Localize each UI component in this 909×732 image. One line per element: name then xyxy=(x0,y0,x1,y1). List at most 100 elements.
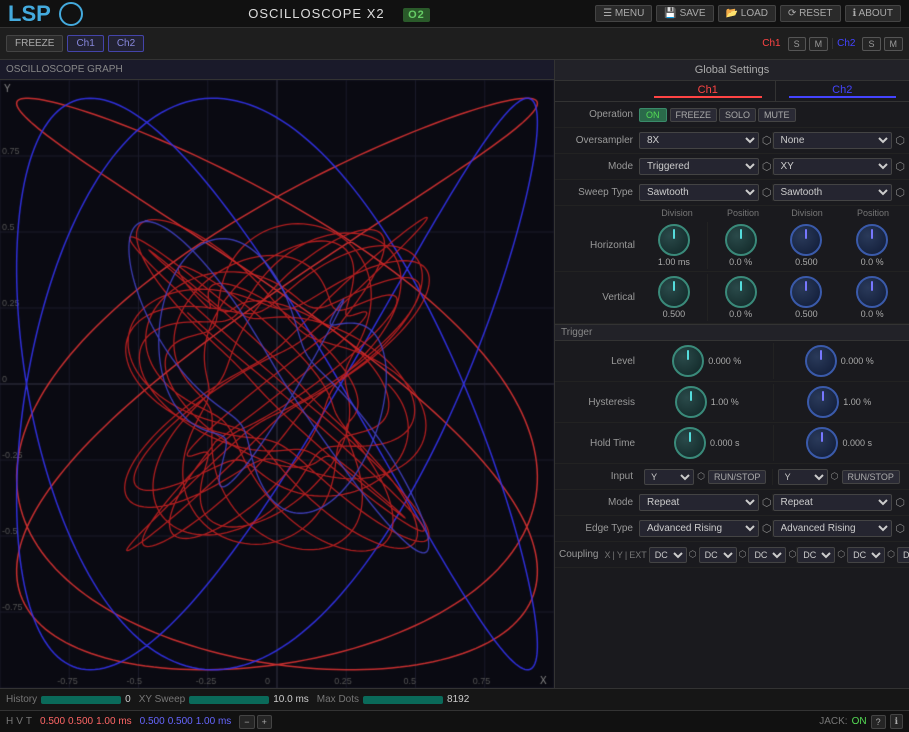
h-label: H xyxy=(6,716,13,727)
max-dots-progress xyxy=(363,696,443,704)
hold-ch1-knob[interactable] xyxy=(674,427,706,459)
mode2-ch1-select[interactable]: Repeat xyxy=(639,494,759,511)
ch1-button[interactable]: Ch1 xyxy=(67,35,103,52)
operation-row: Operation ON FREEZE SOLO MUTE xyxy=(555,102,909,128)
level-row: Level 0.000 % 0.000 % xyxy=(555,341,909,382)
v-ch1-pos-knob-group: 0.0 % xyxy=(725,276,757,319)
menu-button[interactable]: ☰ MENU xyxy=(595,5,652,22)
hold-ch2-knob[interactable] xyxy=(806,427,838,459)
logo-area: LSP xyxy=(8,2,83,26)
oversampler-ch2-select[interactable]: None xyxy=(773,132,893,149)
oversampler-ch1: 8X ⬡ xyxy=(639,132,773,149)
bottom-bar: History 0 XY Sweep 10.0 ms Max Dots 8192 xyxy=(0,688,909,710)
coupling-x-label: X xyxy=(604,550,610,560)
ch1-v-val: 0.500 xyxy=(68,716,93,727)
max-dots-value: 8192 xyxy=(447,694,469,705)
coupling-ch1-y[interactable]: DC xyxy=(699,547,737,563)
ch1-s-button[interactable]: S xyxy=(788,37,806,51)
freeze-btn[interactable]: FREEZE xyxy=(670,108,718,122)
horizontal-row: Horizontal 1.00 ms 0.0 % xyxy=(555,220,909,272)
osc-header: OSCILLOSCOPE GRAPH xyxy=(0,60,554,80)
footer-ch2-vals: 0.500 0.500 1.00 ms xyxy=(140,716,232,727)
v-ch2-pos-knob[interactable] xyxy=(856,276,888,308)
history-progress xyxy=(41,696,121,704)
save-button[interactable]: 💾 SAVE xyxy=(656,5,713,22)
input-label: Input xyxy=(559,471,639,482)
about-button[interactable]: ℹ ABOUT xyxy=(845,5,901,22)
ch1-label: Ch1 xyxy=(758,38,784,49)
operation-toggle[interactable]: ON xyxy=(639,108,667,122)
ch2-s-button[interactable]: S xyxy=(862,37,880,51)
v-ch1-div-knob[interactable] xyxy=(658,276,690,308)
jack-info[interactable]: ℹ xyxy=(890,714,903,729)
oscilloscope-panel: OSCILLOSCOPE GRAPH xyxy=(0,60,555,688)
v-ch2-div-knob[interactable] xyxy=(790,276,822,308)
h-ch1-div-knob[interactable] xyxy=(658,224,690,256)
mode-ch2-select[interactable]: XY xyxy=(773,158,893,175)
reset-button[interactable]: ⟳ RESET xyxy=(780,5,841,22)
v-ch1-pos-knob[interactable] xyxy=(725,276,757,308)
global-settings-header: Global Settings xyxy=(555,60,909,81)
v-ch1-div: 0.500 xyxy=(641,274,708,321)
hysteresis-row: Hysteresis 1.00 % 1.00 % xyxy=(555,382,909,423)
max-dots-label: Max Dots xyxy=(317,694,359,705)
level-ch1-knob[interactable] xyxy=(672,345,704,377)
coupling-ch1-ext[interactable]: DC xyxy=(748,547,786,563)
sweep-ch1: Sawtooth ⬡ xyxy=(639,184,773,201)
sweep-ch1-select[interactable]: Sawtooth xyxy=(639,184,759,201)
coupling-ch1-x[interactable]: DC xyxy=(649,547,687,563)
level-label: Level xyxy=(559,356,641,367)
ch2-button[interactable]: Ch2 xyxy=(108,35,144,52)
h-ch1-div-knob-group: 1.00 ms xyxy=(658,224,690,267)
oversampler-ch1-select[interactable]: 8X xyxy=(639,132,759,149)
jack-help[interactable]: ? xyxy=(871,715,886,729)
hold-ch1: 0.000 s xyxy=(641,425,774,461)
ch2-group: Ch2 S M xyxy=(832,37,903,51)
v-ch1-div-value: 0.500 xyxy=(663,309,686,319)
ch2-m-button[interactable]: M xyxy=(884,37,904,51)
history-item: History 0 xyxy=(6,694,131,705)
global-settings-label: Global Settings xyxy=(695,64,770,76)
mode2-ch2-select[interactable]: Repeat xyxy=(773,494,893,511)
hold-ch2-value: 0.000 s xyxy=(842,438,872,448)
footer-minus[interactable]: − xyxy=(239,715,254,729)
input-ch1-select[interactable]: Y xyxy=(644,469,694,485)
ch1-m-button[interactable]: M xyxy=(809,37,829,51)
ch1-div-header: Division xyxy=(645,208,709,218)
run-stop-ch1[interactable]: RUN/STOP xyxy=(708,470,766,484)
ch2-t-val: 1.00 ms xyxy=(196,716,232,727)
level-ch2-knob[interactable] xyxy=(805,345,837,377)
history-label: History xyxy=(6,694,37,705)
coupling-ch2-x[interactable]: DC xyxy=(797,547,835,563)
operation-label: Operation xyxy=(559,109,639,120)
freeze-button[interactable]: FREEZE xyxy=(6,35,63,52)
coupling-ext-label: EXT xyxy=(629,550,647,560)
edge-ch1-select[interactable]: Advanced Rising xyxy=(639,520,759,537)
h-ch2-pos-knob-group: 0.0 % xyxy=(856,224,888,267)
oversampler-label: Oversampler xyxy=(559,135,639,146)
mode-ch1-select[interactable]: Triggered xyxy=(639,158,759,175)
hold-ch1-knob-group xyxy=(674,427,706,459)
coupling-ch2-ext[interactable]: DC xyxy=(897,547,909,563)
mute-btn[interactable]: MUTE xyxy=(758,108,796,122)
hold-ch1-value: 0.000 s xyxy=(710,438,740,448)
edge-ch2-select[interactable]: Advanced Rising xyxy=(773,520,893,537)
h-ch1-pos-knob[interactable] xyxy=(725,224,757,256)
coupling-row: Coupling X | Y | EXT DC ⬡ DC ⬡ DC ⬡ DC xyxy=(555,542,909,568)
hys-ch1-knob[interactable] xyxy=(675,386,707,418)
mode2-content: Repeat ⬡ Repeat ⬡ xyxy=(639,494,905,511)
coupling-ch2-y[interactable]: DC xyxy=(847,547,885,563)
hys-ch2-knob[interactable] xyxy=(807,386,839,418)
h-ch2-div-knob[interactable] xyxy=(790,224,822,256)
solo-btn[interactable]: SOLO xyxy=(719,108,756,122)
h-ch2-pos-knob[interactable] xyxy=(856,224,888,256)
run-stop-ch2[interactable]: RUN/STOP xyxy=(842,470,900,484)
hys-ch2: 1.00 % xyxy=(774,384,906,420)
load-button[interactable]: 📂 LOAD xyxy=(718,5,776,22)
input-ch2-select[interactable]: Y xyxy=(778,469,828,485)
hold-time-row: Hold Time 0.000 s 0.000 s xyxy=(555,423,909,464)
footer-plus[interactable]: + xyxy=(257,715,272,729)
mode2-ch1: Repeat ⬡ xyxy=(639,494,773,511)
sweep-ch2-select[interactable]: Sawtooth xyxy=(773,184,893,201)
hold-ch2: 0.000 s xyxy=(774,425,906,461)
